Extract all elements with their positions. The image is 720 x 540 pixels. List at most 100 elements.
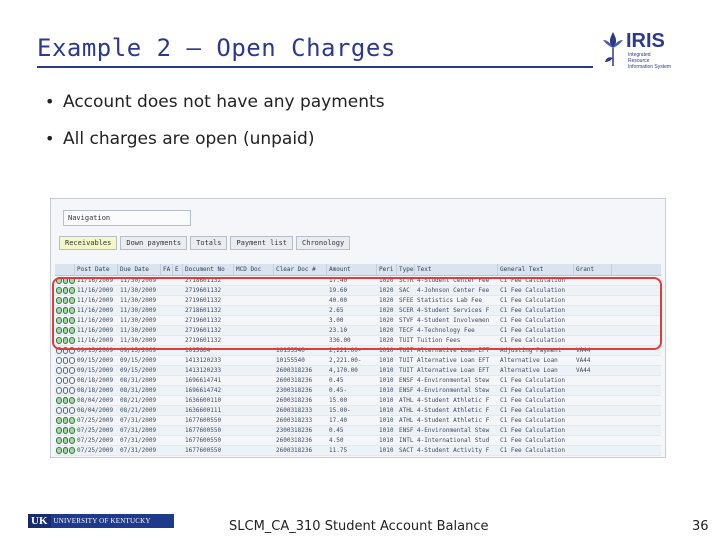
row-selector-icon[interactable]	[55, 336, 75, 345]
table-cell: TUIT	[399, 357, 414, 364]
table-row[interactable]: 11/16/2009 11/30/2009 2719601132 336.00 1020…	[55, 336, 661, 346]
table-row[interactable]: 11/16/2009 11/30/2009 2718601132 17.40 1020 S…	[55, 276, 661, 286]
tab-down-payments[interactable]: Down payments	[120, 236, 188, 250]
row-selector-icon[interactable]	[55, 276, 75, 285]
table-cell	[234, 406, 274, 415]
table-cell	[234, 376, 274, 385]
table-row[interactable]: 09/15/2009 09/15/2009 1413120233 10155540 2,…	[55, 356, 661, 366]
table-cell: 11/16/2009	[77, 297, 114, 304]
table-cell	[574, 306, 612, 315]
table-cell	[161, 306, 173, 315]
column-header[interactable]: FA	[161, 264, 173, 275]
tab-payment-list[interactable]: Payment list	[230, 236, 294, 250]
column-header[interactable]: General Text	[498, 264, 574, 275]
table-cell: 0.45	[329, 427, 344, 434]
row-selector-icon[interactable]	[55, 326, 75, 335]
row-selector-icon[interactable]	[55, 366, 75, 375]
table-cell: Tuition Fees	[417, 337, 461, 344]
table-cell	[161, 316, 173, 325]
column-header[interactable]: Peri	[377, 264, 397, 275]
table-row[interactable]: 11/16/2009 11/30/2009 2718601132 2.65 1020 SC…	[55, 306, 661, 316]
row-selector-icon[interactable]	[55, 446, 75, 455]
column-header[interactable]: Grant	[574, 264, 612, 275]
tab-chronology[interactable]: Chronology	[296, 236, 351, 250]
table-cell: 11/30/2009	[120, 287, 157, 294]
table-cell	[173, 356, 183, 365]
column-header[interactable]: E	[173, 264, 183, 275]
table-row[interactable]: 07/25/2009 07/31/2009 1677600550 2600318233…	[55, 416, 661, 426]
table-row[interactable]: 07/25/200907/31/200916776005502600318236…	[55, 446, 661, 456]
table-cell: 2,221.00-	[329, 357, 362, 364]
table-row[interactable]: 09/15/2009 09/15/2009 1015664 10155540 2,221…	[55, 346, 661, 356]
table-cell: C1 Fee Calculation	[500, 287, 566, 294]
table-cell: 2300318236	[276, 387, 313, 394]
column-header[interactable]: Due Date	[118, 264, 161, 275]
row-selector-icon[interactable]	[55, 296, 75, 305]
table-cell	[234, 286, 274, 295]
column-header[interactable]: Document No	[183, 264, 234, 275]
table-cell: 2719601132	[185, 337, 222, 344]
table-row[interactable]: 11/16/2009 11/30/2009 2719601132 40.00 1020 S…	[55, 296, 661, 306]
table-cell: 17.40	[329, 277, 348, 284]
table-cell: 2300318236	[276, 427, 313, 434]
table-cell: 1413120233	[185, 357, 222, 364]
row-selector-icon[interactable]	[55, 346, 75, 355]
table-cell	[274, 336, 327, 345]
table-row[interactable]: 07/25/200907/31/200916776005502600318236…	[55, 456, 661, 457]
column-header[interactable]: Clear Doc #	[274, 264, 327, 275]
table-cell: 11/30/2009	[120, 277, 157, 284]
table-cell: 2600318236	[274, 456, 327, 457]
row-selector-icon[interactable]	[55, 286, 75, 295]
row-selector-icon[interactable]	[55, 306, 75, 315]
table-cell: 1677600550	[185, 427, 222, 434]
column-header[interactable]: Post Date	[75, 264, 118, 275]
table-cell: ENSF	[399, 377, 414, 384]
table-row[interactable]: 08/18/2009 08/31/2009 1696614742 2300318236…	[55, 386, 661, 396]
table-cell: 2718601132	[185, 307, 222, 314]
row-selector-icon[interactable]	[55, 396, 75, 405]
table-cell: 11/16/2009	[77, 277, 114, 284]
column-header[interactable]: Text	[415, 264, 498, 275]
table-row[interactable]: 07/25/2009 07/31/2009 1677600550 2300318236…	[55, 426, 661, 436]
row-selector-icon[interactable]	[55, 386, 75, 395]
table-row[interactable]: 11/16/2009 11/30/2009 2719601132 19.60 1020 S…	[55, 286, 661, 296]
table-row[interactable]: 08/18/2009 08/31/2009 1696614741 2600318236…	[55, 376, 661, 386]
row-selector-icon[interactable]	[55, 376, 75, 385]
receivables-table: 11/16/2009 11/30/2009 2718601132 17.40 1020 S…	[55, 276, 661, 457]
column-header[interactable]: Type	[397, 264, 415, 275]
tab-receivables[interactable]: Receivables	[59, 236, 118, 250]
table-cell: 07/25/2009	[75, 456, 118, 457]
table-row[interactable]: 09/15/2009 09/15/2009 1413120233 2600318236…	[55, 366, 661, 376]
table-row[interactable]: 08/04/2009 08/21/2009 1636600111 2600318233…	[55, 406, 661, 416]
table-row[interactable]: 07/25/200907/31/200916776005502600318236…	[55, 436, 661, 446]
table-cell: 1015664	[185, 347, 211, 354]
row-selector-icon[interactable]	[55, 426, 75, 435]
row-selector-icon[interactable]	[55, 436, 75, 445]
table-cell: C1 Fee Calculation	[500, 377, 566, 384]
row-selector-icon[interactable]	[55, 456, 75, 457]
column-header[interactable]: Amount	[327, 264, 377, 275]
tab-totals[interactable]: Totals	[190, 236, 228, 250]
row-selector-icon[interactable]	[55, 416, 75, 425]
column-header[interactable]: MCD Doc	[234, 264, 274, 275]
bullet-dot-icon: •	[45, 92, 55, 111]
row-selector-icon[interactable]	[55, 316, 75, 325]
table-cell	[574, 396, 612, 405]
table-cell: 2600318236	[276, 397, 313, 404]
table-cell: 08/18/2009	[77, 387, 114, 394]
navigation-tab[interactable]: Navigation	[63, 210, 191, 226]
column-header[interactable]	[55, 264, 75, 275]
page-number: 36	[692, 519, 709, 534]
table-cell: C1 Fee Calculation	[500, 277, 566, 284]
table-cell	[173, 426, 183, 435]
table-cell: 11/16/2009	[77, 337, 114, 344]
row-selector-icon[interactable]	[55, 356, 75, 365]
table-row[interactable]: 11/16/2009 11/30/2009 2719601132 23.10 1020 T…	[55, 326, 661, 336]
table-cell: 1636600111	[185, 407, 222, 414]
table-cell: 68.00	[327, 456, 377, 457]
table-cell: 1010	[379, 437, 394, 444]
row-selector-icon[interactable]	[55, 406, 75, 415]
table-cell: 07/25/2009	[77, 437, 114, 444]
table-row[interactable]: 08/04/2009 08/21/2009 1636600110 2600318236…	[55, 396, 661, 406]
table-row[interactable]: 11/16/2009 11/30/2009 2719601132 3.00 1020 ST…	[55, 316, 661, 326]
